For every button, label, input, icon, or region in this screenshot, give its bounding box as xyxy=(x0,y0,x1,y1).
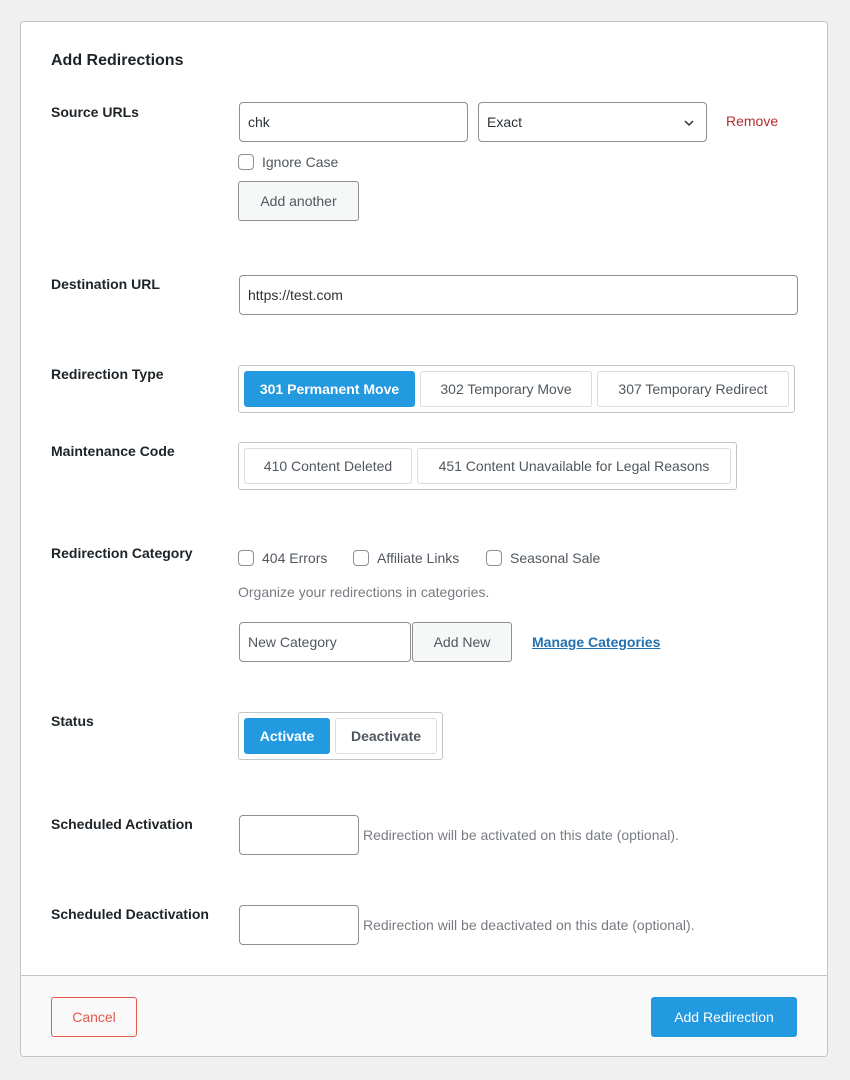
destination-url-label: Destination URL xyxy=(51,276,160,292)
add-another-button[interactable]: Add another xyxy=(238,181,359,221)
category-option-label: Affiliate Links xyxy=(377,550,460,566)
add-new-category-button[interactable]: Add New xyxy=(412,622,512,662)
scheduled-activation-label: Scheduled Activation xyxy=(51,816,193,832)
match-type-value: Exact xyxy=(487,114,523,130)
scheduled-activation-help: Redirection will be activated on this da… xyxy=(363,827,679,843)
chevron-down-icon xyxy=(684,120,694,127)
remove-source-url-link[interactable]: Remove xyxy=(726,113,778,129)
manage-categories-link[interactable]: Manage Categories xyxy=(532,634,660,650)
cancel-button[interactable]: Cancel xyxy=(51,997,137,1037)
status-group: Activate Deactivate xyxy=(238,712,443,760)
type-302-button[interactable]: 302 Temporary Move xyxy=(420,371,592,407)
category-option-seasonal-sale[interactable]: Seasonal Sale xyxy=(486,550,600,566)
scheduled-deactivation-input[interactable] xyxy=(239,905,359,945)
ignore-case-option[interactable]: Ignore Case xyxy=(238,154,338,170)
ignore-case-label: Ignore Case xyxy=(262,154,339,170)
panel-footer: Cancel Add Redirection xyxy=(21,975,827,1056)
scheduled-deactivation-help: Redirection will be deactivated on this … xyxy=(363,917,695,933)
add-redirection-panel: Add Redirections Source URLs Exact Remov… xyxy=(20,21,828,1057)
status-label: Status xyxy=(51,713,94,729)
maintenance-code-group: 410 Content Deleted 451 Content Unavaila… xyxy=(238,442,737,490)
redirection-category-label: Redirection Category xyxy=(51,545,193,561)
category-checkbox[interactable] xyxy=(238,550,254,566)
activate-button[interactable]: Activate xyxy=(244,718,330,754)
source-urls-label: Source URLs xyxy=(51,104,139,120)
panel-title: Add Redirections xyxy=(51,52,184,69)
category-help-text: Organize your redirections in categories… xyxy=(238,584,490,600)
match-type-select[interactable]: Exact xyxy=(478,102,707,142)
maintenance-code-label: Maintenance Code xyxy=(51,443,175,459)
scheduled-deactivation-label: Scheduled Deactivation xyxy=(51,906,209,922)
deactivate-button[interactable]: Deactivate xyxy=(335,718,437,754)
category-checkbox[interactable] xyxy=(486,550,502,566)
scheduled-activation-input[interactable] xyxy=(239,815,359,855)
category-option-404-errors[interactable]: 404 Errors xyxy=(238,550,327,566)
code-410-button[interactable]: 410 Content Deleted xyxy=(244,448,412,484)
category-option-label: Seasonal Sale xyxy=(510,550,601,566)
category-checkbox[interactable] xyxy=(353,550,369,566)
category-option-label: 404 Errors xyxy=(262,550,328,566)
type-307-button[interactable]: 307 Temporary Redirect xyxy=(597,371,789,407)
add-redirection-button[interactable]: Add Redirection xyxy=(651,997,797,1037)
code-451-button[interactable]: 451 Content Unavailable for Legal Reason… xyxy=(417,448,731,484)
new-category-input[interactable] xyxy=(239,622,411,662)
redirection-type-group: 301 Permanent Move 302 Temporary Move 30… xyxy=(238,365,795,413)
source-url-input[interactable] xyxy=(239,102,468,142)
type-301-button[interactable]: 301 Permanent Move xyxy=(244,371,415,407)
destination-url-input[interactable] xyxy=(239,275,798,315)
redirection-type-label: Redirection Type xyxy=(51,366,164,382)
category-option-affiliate-links[interactable]: Affiliate Links xyxy=(353,550,459,566)
ignore-case-checkbox[interactable] xyxy=(238,154,254,170)
